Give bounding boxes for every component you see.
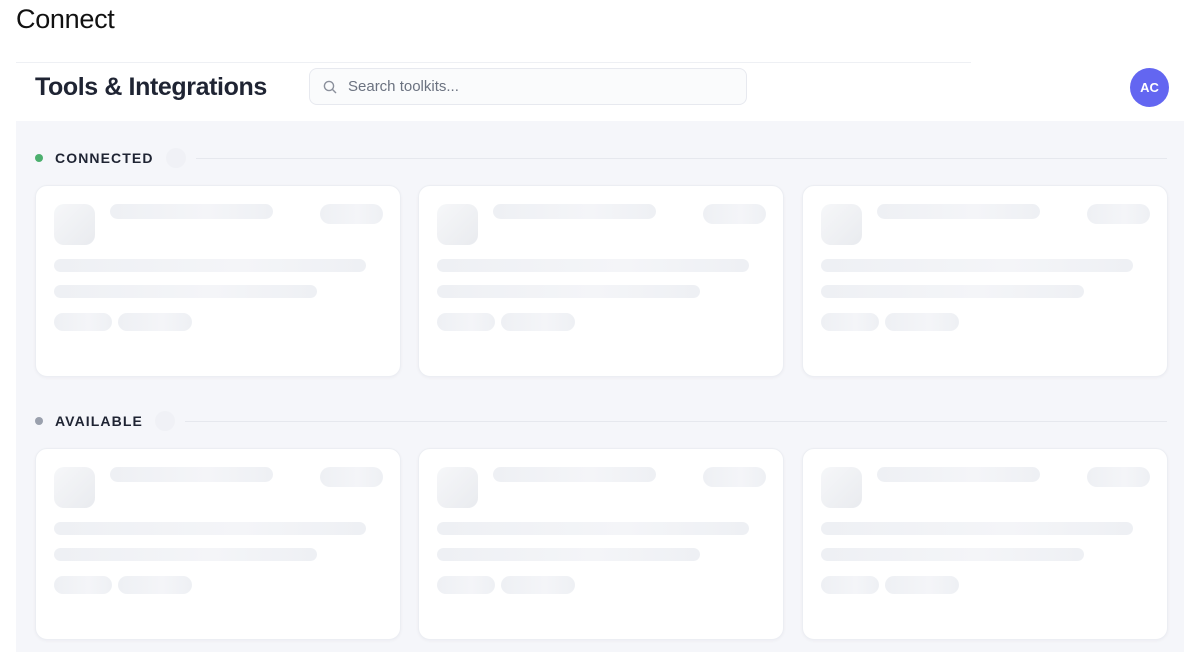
skeleton-line <box>54 285 317 298</box>
skeleton-logo <box>437 204 478 245</box>
skeleton-line <box>437 548 700 561</box>
search-input[interactable] <box>344 69 739 104</box>
avatar[interactable]: AC <box>1130 68 1169 107</box>
skeleton-badge <box>703 204 766 224</box>
skeleton-line <box>54 548 317 561</box>
skeleton-tag <box>885 576 959 594</box>
skeleton-title <box>493 204 656 219</box>
skeleton-line <box>54 259 366 272</box>
skeleton-tag <box>821 313 879 331</box>
skeleton-badge <box>1087 204 1150 224</box>
section-divider <box>195 157 1167 159</box>
connected-status-dot <box>35 154 43 162</box>
section-title-connected: CONNECTED <box>55 150 154 166</box>
toolkit-card-skeleton <box>418 185 784 377</box>
skeleton-logo <box>437 467 478 508</box>
section-count-placeholder <box>165 148 186 168</box>
main-content: CONNECTED AVAILABLE <box>16 121 1184 652</box>
skeleton-title <box>110 467 273 482</box>
toolkit-card-skeleton <box>802 448 1168 640</box>
section-header-connected: CONNECTED <box>35 148 1167 168</box>
available-card-row <box>35 448 1168 640</box>
skeleton-tag <box>501 313 575 331</box>
skeleton-tag <box>118 576 192 594</box>
skeleton-line <box>821 548 1084 561</box>
skeleton-tag <box>54 576 112 594</box>
skeleton-line <box>821 522 1133 535</box>
skeleton-tag <box>437 576 495 594</box>
skeleton-tag <box>885 313 959 331</box>
skeleton-badge <box>320 467 383 487</box>
skeleton-title <box>110 204 273 219</box>
search-icon <box>323 80 337 94</box>
skeleton-logo <box>54 204 95 245</box>
toolkit-card-skeleton <box>418 448 784 640</box>
skeleton-logo <box>54 467 95 508</box>
skeleton-line <box>821 285 1084 298</box>
skeleton-line <box>54 522 366 535</box>
skeleton-logo <box>821 467 862 508</box>
available-status-dot <box>35 417 43 425</box>
page-heading: Connect <box>16 4 115 34</box>
skeleton-badge <box>320 204 383 224</box>
section-title-available: AVAILABLE <box>55 413 143 429</box>
skeleton-line <box>821 259 1133 272</box>
section-divider <box>184 420 1167 422</box>
toolkit-card-skeleton <box>802 185 1168 377</box>
toolkit-card-skeleton <box>35 185 401 377</box>
skeleton-tag <box>501 576 575 594</box>
skeleton-tag <box>54 313 112 331</box>
search-box[interactable] <box>309 68 747 105</box>
skeleton-badge <box>1087 467 1150 487</box>
skeleton-line <box>437 522 749 535</box>
toolkit-card-skeleton <box>35 448 401 640</box>
skeleton-line <box>437 259 749 272</box>
skeleton-tag <box>118 313 192 331</box>
connected-card-row <box>35 185 1168 377</box>
skeleton-title <box>877 204 1040 219</box>
skeleton-logo <box>821 204 862 245</box>
skeleton-tag <box>821 576 879 594</box>
section-count-placeholder <box>154 411 175 431</box>
app-title: Tools & Integrations <box>35 73 267 101</box>
skeleton-tag <box>437 313 495 331</box>
skeleton-line <box>437 285 700 298</box>
skeleton-badge <box>703 467 766 487</box>
section-header-available: AVAILABLE <box>35 411 1167 431</box>
skeleton-title <box>877 467 1040 482</box>
app-header: Tools & Integrations AC <box>16 63 1184 121</box>
skeleton-title <box>493 467 656 482</box>
